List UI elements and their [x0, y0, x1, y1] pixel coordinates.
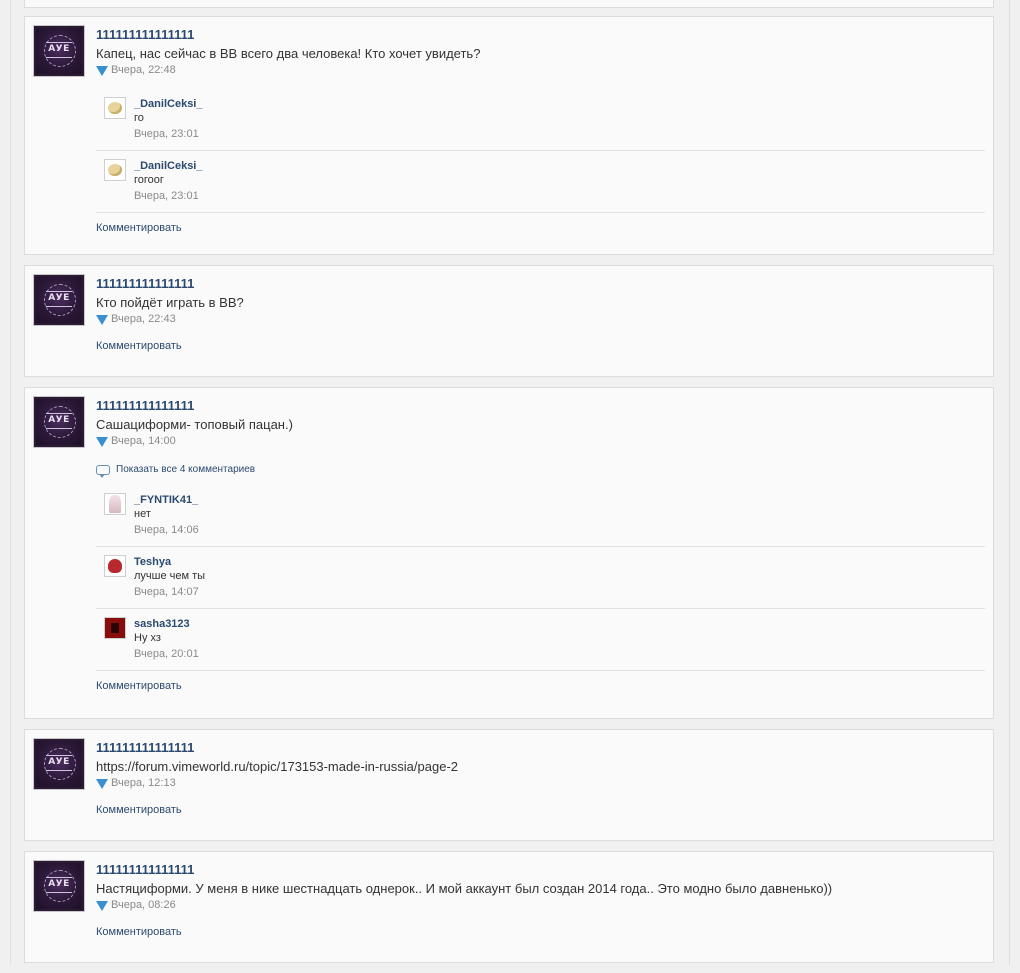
- post-avatar[interactable]: АУЕ: [33, 738, 85, 790]
- status-arrow-icon: [96, 900, 108, 911]
- show-all-comments-link[interactable]: Показать все 4 комментариев: [96, 464, 985, 478]
- comment: _DanilCeksi_ гогоог Вчера, 23:01: [96, 151, 985, 213]
- post-link[interactable]: https://forum.vimeworld.ru/topic/173153-…: [96, 758, 458, 776]
- comment-list: _FYNTIK41_ нет Вчера, 14:06 Teshya лучше…: [96, 485, 985, 671]
- potato-avatar-icon: [108, 102, 122, 114]
- avatar-logo-text: АУЕ: [48, 757, 70, 767]
- post-author-link[interactable]: 111111111111111: [96, 27, 480, 43]
- post-text: Настяциформи. У меня в нике шестнадцать …: [96, 881, 833, 896]
- post-avatar[interactable]: АУЕ: [33, 860, 85, 912]
- comment-author-link[interactable]: sasha3123: [134, 617, 199, 631]
- comment-button[interactable]: Комментировать: [96, 680, 182, 692]
- comment: sasha3123 Ну хз Вчера, 20:01: [96, 609, 985, 671]
- feed-post: АУЕ 111111111111111 Сашациформи- топовый…: [24, 387, 994, 719]
- avatar-logo-text: АУЕ: [48, 879, 70, 889]
- comment-text: нет: [134, 508, 151, 520]
- previous-post-card: [24, 0, 994, 8]
- feed-post: АУЕ 111111111111111 Кто пойдёт играть в …: [24, 265, 994, 377]
- status-arrow-icon: [96, 65, 108, 76]
- avatar-logo-text: АУЕ: [48, 44, 70, 54]
- comment: Teshya лучше чем ты Вчера, 14:07: [96, 547, 985, 609]
- red-avatar-icon: [108, 559, 122, 573]
- comment: _FYNTIK41_ нет Вчера, 14:06: [96, 485, 985, 547]
- feed: АУЕ 111111111111111 Капец, нас сейчас в …: [24, 16, 994, 973]
- comment-text: го: [134, 112, 144, 124]
- comments-bubble-icon: [96, 464, 110, 478]
- post-time[interactable]: Вчера, 08:26: [111, 899, 176, 911]
- post-time[interactable]: Вчера, 22:43: [111, 313, 176, 325]
- status-arrow-icon: [96, 314, 108, 325]
- page-left-border: [10, 0, 11, 965]
- show-all-comments-label: Показать все 4 комментариев: [116, 464, 256, 475]
- post-time[interactable]: Вчера, 14:00: [111, 435, 176, 447]
- post-author-link[interactable]: 111111111111111: [96, 276, 244, 292]
- comment-avatar[interactable]: [104, 97, 126, 119]
- post-author-link[interactable]: 111111111111111: [96, 740, 458, 756]
- post-time[interactable]: Вчера, 12:13: [111, 777, 176, 789]
- comment-avatar[interactable]: [104, 617, 126, 639]
- comment-time: Вчера, 23:01: [134, 190, 199, 202]
- post-text: Сашациформи- топовый пацан.): [96, 417, 293, 432]
- post-author-link[interactable]: 111111111111111: [96, 398, 293, 414]
- comment: _DanilCeksi_ го Вчера, 23:01: [96, 89, 985, 151]
- post-text: Кто пойдёт играть в ВВ?: [96, 295, 244, 310]
- comment-author-link[interactable]: _DanilCeksi_: [134, 159, 202, 173]
- comment-button[interactable]: Комментировать: [96, 926, 182, 938]
- comment-time: Вчера, 20:01: [134, 648, 199, 660]
- status-arrow-icon: [96, 778, 108, 789]
- comment-button[interactable]: Комментировать: [96, 222, 182, 234]
- comment-avatar[interactable]: [104, 493, 126, 515]
- girl-avatar-icon: [109, 495, 121, 513]
- comment-author-link[interactable]: _FYNTIK41_: [134, 493, 199, 507]
- comment-text: Ну хз: [134, 632, 161, 644]
- comment-time: Вчера, 14:06: [134, 524, 199, 536]
- post-time[interactable]: Вчера, 22:48: [111, 64, 176, 76]
- avatar-logo-text: АУЕ: [48, 293, 70, 303]
- comment-author-link[interactable]: _DanilCeksi_: [134, 97, 202, 111]
- comment-avatar[interactable]: [104, 555, 126, 577]
- comment-list: _DanilCeksi_ го Вчера, 23:01 _DanilCeksi…: [96, 89, 985, 213]
- dark-avatar-icon: [105, 618, 125, 638]
- potato-avatar-icon: [108, 164, 122, 176]
- feed-post: АУЕ 111111111111111 Настяциформи. У меня…: [24, 851, 994, 963]
- feed-post: АУЕ 111111111111111 Капец, нас сейчас в …: [24, 16, 994, 255]
- post-avatar[interactable]: АУЕ: [33, 25, 85, 77]
- post-avatar[interactable]: АУЕ: [33, 396, 85, 448]
- comment-text: лучше чем ты: [134, 570, 206, 582]
- comment-author-link[interactable]: Teshya: [134, 555, 205, 569]
- comment-button[interactable]: Комментировать: [96, 340, 182, 352]
- feed-post: АУЕ 111111111111111 https://forum.vimewo…: [24, 729, 994, 841]
- status-arrow-icon: [96, 436, 108, 447]
- post-avatar[interactable]: АУЕ: [33, 274, 85, 326]
- comment-button[interactable]: Комментировать: [96, 804, 182, 816]
- page-right-border: [1009, 0, 1010, 965]
- comment-avatar[interactable]: [104, 159, 126, 181]
- post-text: Капец, нас сейчас в ВВ всего два человек…: [96, 46, 481, 61]
- comment-time: Вчера, 14:07: [134, 586, 199, 598]
- post-author-link[interactable]: 111111111111111: [96, 862, 832, 878]
- avatar-logo-text: АУЕ: [48, 415, 70, 425]
- comment-time: Вчера, 23:01: [134, 128, 199, 140]
- comment-text: гогоог: [134, 174, 164, 186]
